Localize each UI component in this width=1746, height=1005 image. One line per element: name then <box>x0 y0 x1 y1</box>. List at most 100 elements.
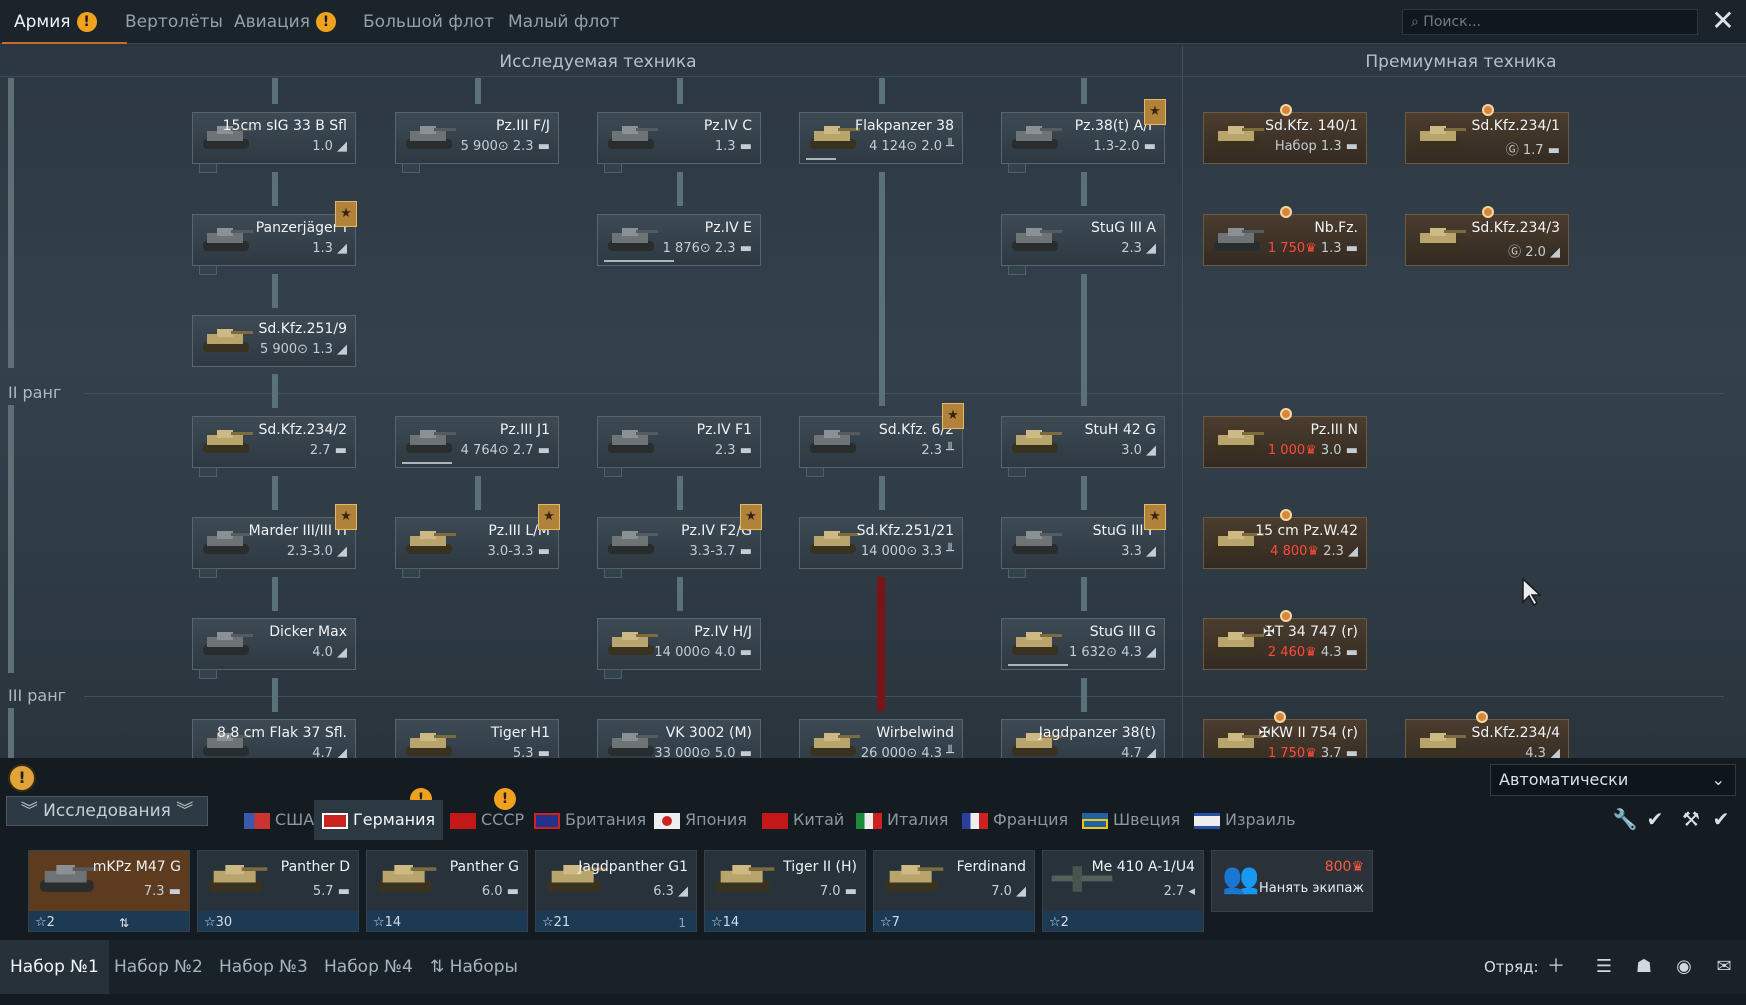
vehicle-card-sdkfz-6-2[interactable]: Sd.Kfz. 6/2 2.3 ╨ ★ <box>799 403 964 477</box>
wrench-icon[interactable]: 🔧 <box>1612 806 1638 832</box>
premium-card-kw2-754[interactable]: ✠KW II 754 (r) 1 750♛ 3.7 ▬ <box>1203 719 1367 758</box>
crew-slot[interactable]: mKPz M47 G 7.3 ▬ ☆2 ⇅ <box>28 850 190 932</box>
premium-card-t34-747[interactable]: ✠T 34 747 (r) 2 460♛ 4.3 ▬ <box>1203 610 1367 670</box>
premium-card-nbfz[interactable]: Nb.Fz. 1 750♛ 1.3 ▬ <box>1203 206 1367 266</box>
vehicle-card-sdkfz-234-2[interactable]: Sd.Kfz.234/2 2.7 ▬ <box>192 416 356 477</box>
nation-tab-japan[interactable]: Япония <box>650 800 751 840</box>
research-button[interactable]: ︾ Исследования ︾ <box>6 796 208 826</box>
chat-icon[interactable]: ◉ <box>1670 953 1698 981</box>
vehicle-card-15cm-sig-33[interactable]: 15cm sIG 33 B Sfl 1.0 ◢ <box>192 112 356 173</box>
vehicle-card-panzerjager-1[interactable]: Panzerjäger I 1.3 ◢ ★ <box>192 201 357 275</box>
nation-tab-usa[interactable]: США <box>238 800 320 840</box>
nation-tab-france[interactable]: Франция <box>958 800 1072 840</box>
plus-icon[interactable]: ＋ <box>1542 953 1570 981</box>
crew-slot[interactable]: Panther D 5.7 ▬ ☆30 <box>197 850 359 932</box>
tag-icon <box>604 669 622 679</box>
close-icon[interactable]: ✕ <box>1708 6 1738 36</box>
vehicle-stat: 5 900⊙ 2.3 ▬ <box>460 139 550 154</box>
vehicle-name: StuG III G <box>1089 624 1156 640</box>
swap-icon[interactable]: ⇅ <box>119 916 129 930</box>
premium-card-sdkfz-140-1[interactable]: Sd.Kfz. 140/1 Набор 1.3 ▬ <box>1203 104 1367 164</box>
repair-all-icon[interactable]: ⚒ <box>1678 806 1704 832</box>
vehicle-name: StuH 42 G <box>1084 422 1156 438</box>
tab-army[interactable]: Армия! <box>2 0 126 44</box>
vehicle-card-pz4-f1[interactable]: Pz.IV F1 2.3 ▬ <box>597 416 761 477</box>
presets-button[interactable]: ⇅ Наборы <box>420 940 528 994</box>
crew-slot[interactable]: Ferdinand 7.0 ◢ ☆7 <box>873 850 1035 932</box>
tank-icon <box>608 430 658 453</box>
mode-select[interactable]: Автоматически ⌄ <box>1490 764 1736 796</box>
vehicle-card-wirbelwind[interactable]: Wirbelwind 26 000⊙ 4.3 ╨ <box>799 719 963 758</box>
vehicle-stat: 1 000♛ 3.0 ▬ <box>1268 443 1358 458</box>
vehicle-card-pz3-fj[interactable]: Pz.III F/J 5 900⊙ 2.3 ▬ <box>395 112 559 173</box>
nation-tab-germany[interactable]: Германия <box>314 800 444 840</box>
vehicle-card-stuh-42-g[interactable]: StuH 42 G 3.0 ◢ <box>1001 416 1165 477</box>
premium-card-15cm-pzw42[interactable]: 15 cm Pz.W.42 4 800♛ 2.3 ◢ <box>1203 509 1367 569</box>
contacts-icon[interactable]: ☗ <box>1630 953 1658 981</box>
vehicle-stat: 4.3 ◢ <box>1525 746 1560 758</box>
vehicle-card-flakpanzer-38[interactable]: Flakpanzer 38 4 124⊙ 2.0 ╨ <box>799 112 963 164</box>
vehicle-card-pz3-lm[interactable]: Pz.III L/M 3.0-3.3 ▬ ★ <box>395 504 560 578</box>
crew-slot[interactable]: Me 410 A-1/U4 2.7 ◂ ☆2 <box>1042 850 1204 932</box>
vehicle-card-pz4-c[interactable]: Pz.IV C 1.3 ▬ <box>597 112 761 173</box>
preset-4[interactable]: Набор №4 <box>314 940 423 994</box>
preset-3[interactable]: Набор №3 <box>209 940 318 994</box>
rank-label-iii: III ранг <box>8 686 67 705</box>
vehicle-stat: 5 900⊙ 1.3 ◢ <box>259 342 347 357</box>
vehicle-card-pz4-f2g[interactable]: Pz.IV F2/G 3.3-3.7 ▬ ★ <box>597 504 762 578</box>
vehicle-card-stug3-f[interactable]: StuG III F 3.3 ◢ ★ <box>1001 504 1166 578</box>
vehicle-card-marder-3[interactable]: Marder III/III H 2.3-3.0 ◢ ★ <box>192 504 357 578</box>
vehicle-br: 3.0 ▬ <box>1320 443 1358 458</box>
crew-slot[interactable]: Panther G 6.0 ▬ ☆14 <box>366 850 528 932</box>
nation-tab-china[interactable]: Китай <box>758 800 848 840</box>
vehicle-card-stug3-g[interactable]: StuG III G 1 632⊙ 4.3 ◢ <box>1001 618 1165 670</box>
vehicle-card-sdkfz-251-9[interactable]: Sd.Kfz.251/9 5 900⊙ 1.3 ◢ <box>192 315 356 367</box>
connector <box>272 172 278 206</box>
connector <box>677 476 683 510</box>
nation-tab-italy[interactable]: Италия <box>852 800 952 840</box>
vehicle-stat: 2 460♛ 4.3 ▬ <box>1268 645 1358 660</box>
vehicle-card-vk-3002m[interactable]: VK 3002 (M) 33 000⊙ 5.0 ▬ <box>597 719 761 758</box>
slot-crew-bar: ☆30 <box>198 911 358 931</box>
tab-coastal-fleet[interactable]: Малый флот <box>508 0 620 44</box>
tab-bluewater-fleet[interactable]: Большой флот <box>363 0 494 44</box>
vehicle-card-pz4-e[interactable]: Pz.IV E 1 876⊙ 2.3 ▬ <box>597 214 761 266</box>
squad-label: Отряд: <box>1484 958 1539 976</box>
vehicle-card-sdkfz-251-21[interactable]: Sd.Kfz.251/21 14 000⊙ 3.3 ╨ <box>799 517 963 569</box>
warning-badge-icon[interactable]: ! <box>8 764 36 792</box>
nation-tab-israel[interactable]: Израиль <box>1190 800 1300 840</box>
vehicle-card-88-flak-37[interactable]: 8,8 cm Flak 37 Sfl. 4.7 ◢ <box>192 719 356 758</box>
mail-icon[interactable]: ✉ <box>1710 953 1738 981</box>
vehicle-card-dicker-max[interactable]: Dicker Max 4.0 ◢ <box>192 618 356 679</box>
crew-slot[interactable]: Jagdpanther G1 6.3 ◢ ☆21 1 <box>535 850 697 932</box>
premium-card-pz3-n[interactable]: Pz.III N 1 000♛ 3.0 ▬ <box>1203 408 1367 468</box>
preset-1[interactable]: Набор №1 <box>0 940 109 994</box>
list-icon[interactable]: ☰ <box>1590 953 1618 981</box>
vehicle-card-pz3-j1[interactable]: Pz.III J1 4 764⊙ 2.7 ▬ <box>395 416 559 468</box>
crew-slot[interactable]: Tiger II (H) 7.0 ▬ ☆14 <box>704 850 866 932</box>
checkmark-icon[interactable]: ✔ <box>1642 806 1668 832</box>
vehicle-card-pz4-hj[interactable]: Pz.IV H/J 14 000⊙ 4.0 ▬ <box>597 618 761 679</box>
premium-card-sdkfz-234-1[interactable]: Sd.Kfz.234/1 Ⓖ 1.7 ▬ <box>1405 104 1569 164</box>
nation-tab-ussr[interactable]: СССР <box>446 800 528 840</box>
nation-tab-sweden[interactable]: Швеция <box>1078 800 1184 840</box>
premium-header: Премиумная техника <box>1365 52 1557 72</box>
preset-2[interactable]: Набор №2 <box>104 940 213 994</box>
chevron-down-icon: ⌄ <box>1711 770 1725 789</box>
tab-helicopters[interactable]: Вертолёты <box>125 0 223 44</box>
search-input[interactable]: ⌕ Поиск... <box>1402 9 1698 35</box>
checkmark-icon[interactable]: ✔ <box>1708 806 1734 832</box>
vehicle-card-tiger-h1[interactable]: Tiger H1 5.3 ▬ <box>395 719 559 758</box>
vehicle-card-pz38t-af[interactable]: Pz.38(t) A/F 1.3-2.0 ▬ ★ <box>1001 99 1166 173</box>
warning-icon: ! <box>315 12 336 32</box>
nation-tab-britain[interactable]: Британия <box>530 800 650 840</box>
vehicle-stat: 1.3 ▬ <box>714 139 752 154</box>
vehicle-card-jagdpanzer-38t[interactable]: Jagdpanzer 38(t) 4.7 ◢ <box>1001 719 1165 758</box>
vehicle-card-stug3-a[interactable]: StuG III A 2.3 ◢ <box>1001 214 1165 275</box>
premium-card-sdkfz-234-4[interactable]: Sd.Kfz.234/4 4.3 ◢ <box>1405 719 1569 758</box>
tab-aviation[interactable]: Авиация! <box>234 0 336 44</box>
rank-star-icon: ★ <box>335 504 357 530</box>
premium-card-sdkfz-234-3[interactable]: Sd.Kfz.234/3 Ⓖ 2.0 ◢ <box>1405 206 1569 266</box>
armored-car-icon <box>203 430 253 453</box>
hire-crew-slot[interactable]: 👥 800♛ Нанять экипаж <box>1211 850 1373 912</box>
